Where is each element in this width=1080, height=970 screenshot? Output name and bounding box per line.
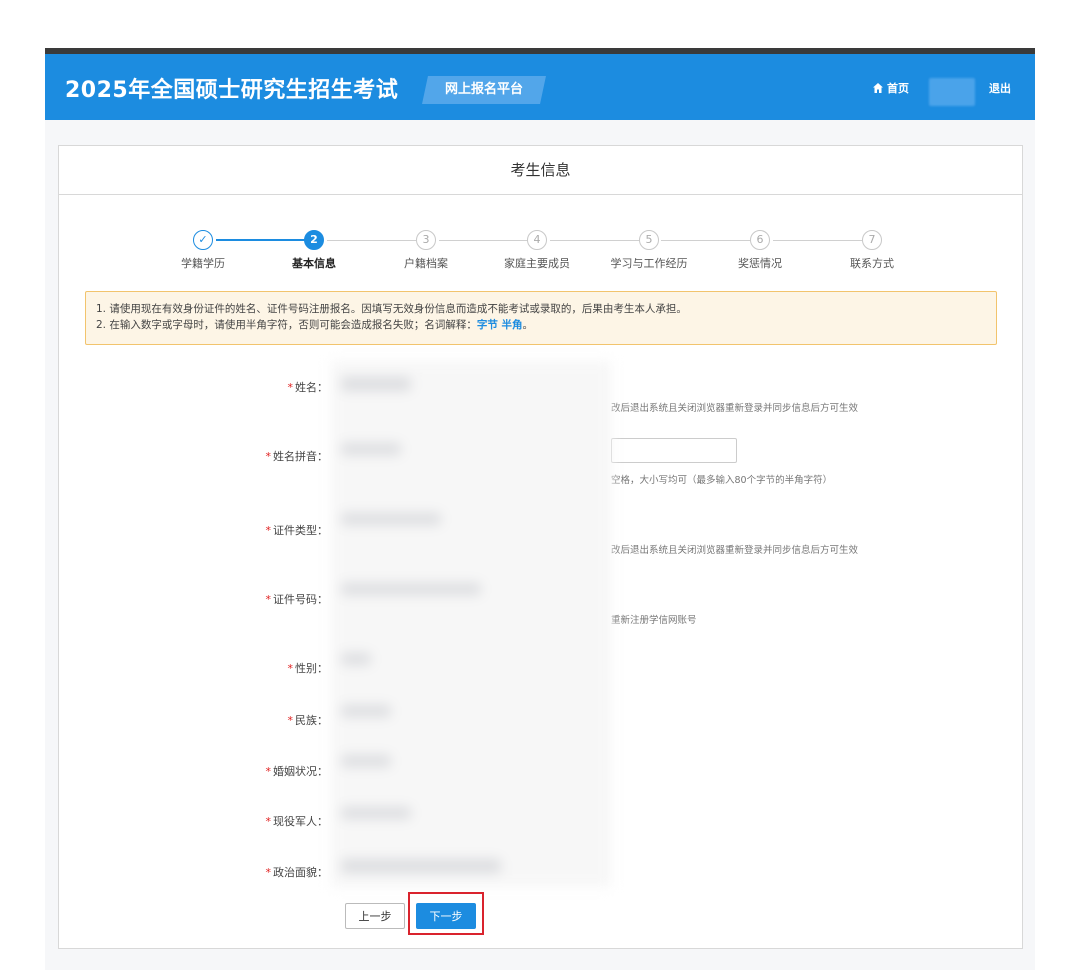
step-contact[interactable]: 7 联系方式	[827, 230, 917, 271]
redacted-field-values	[331, 361, 611, 887]
field-label: * 婚姻状况：	[266, 763, 329, 779]
step-label: 户籍档案	[404, 257, 448, 270]
step-label: 家庭主要成员	[504, 257, 570, 270]
hint-name: 改后退出系统且关闭浏览器重新登录并同步信息后方可生效	[611, 403, 859, 414]
field-label-text: 政治面貌：	[273, 866, 328, 879]
step-number: 3	[416, 230, 436, 250]
notice-box: 1. 请使用现在有效身份证件的姓名、证件号码注册报名。因填写无效身份信息而造成不…	[85, 291, 997, 345]
field-label: * 姓名：	[288, 379, 329, 395]
exam-title: 2025年全国硕士研究生招生考试	[65, 78, 399, 103]
field-label-text: 姓名拼音：	[273, 450, 328, 463]
required-mark: *	[265, 524, 272, 537]
step-education[interactable]: ✓ 学籍学历	[158, 230, 248, 271]
step-label: 学籍学历	[181, 257, 225, 270]
check-icon: ✓	[193, 230, 213, 250]
required-mark: *	[287, 714, 294, 727]
field-label: * 现役军人：	[266, 813, 329, 829]
field-label-text: 证件类型：	[273, 524, 328, 537]
prev-step-button[interactable]: 上一步	[345, 903, 405, 929]
step-family[interactable]: 4 家庭主要成员	[492, 230, 582, 271]
notice-line-2: 2. 在输入数字或字母时，请使用半角字符，否则可能会造成报名失败；名词解释：字节…	[96, 317, 986, 333]
step-experience[interactable]: 5 学习与工作经历	[604, 230, 694, 271]
step-number: 4	[527, 230, 547, 250]
field-label-text: 婚姻状况：	[273, 765, 328, 778]
step-label: 奖惩情况	[738, 257, 782, 270]
logout-link[interactable]: 退出	[989, 80, 1011, 96]
panel-title: 考生信息	[59, 146, 1022, 195]
required-mark: *	[265, 815, 272, 828]
required-mark: *	[265, 593, 272, 606]
required-mark: *	[287, 662, 294, 675]
required-mark: *	[265, 866, 272, 879]
platform-badge: 网上报名平台	[422, 76, 546, 104]
required-mark: *	[265, 765, 272, 778]
app-header: 2025年全国硕士研究生招生考试 网上报名平台 首页 退出	[45, 54, 1035, 120]
home-icon	[873, 83, 883, 93]
next-step-button[interactable]: 下一步	[416, 903, 476, 929]
step-number: 2	[304, 230, 324, 250]
field-label-text: 现役军人：	[273, 815, 328, 828]
required-mark: *	[287, 381, 294, 394]
field-label: * 证件类型：	[266, 522, 329, 538]
field-label: * 性别：	[288, 660, 329, 676]
step-number: 7	[862, 230, 882, 250]
step-basic-info[interactable]: 2 基本信息	[269, 230, 359, 271]
field-label-text: 民族：	[295, 714, 328, 727]
platform-badge-label: 网上报名平台	[444, 82, 523, 97]
glossary-link[interactable]: 字节 半角	[477, 319, 523, 331]
step-label: 基本信息	[292, 257, 336, 270]
field-label: * 民族：	[288, 712, 329, 728]
pinyin-input[interactable]	[611, 438, 737, 463]
home-link[interactable]: 首页	[872, 80, 909, 96]
hint-id-number: 重新注册学信网账号	[611, 615, 697, 626]
field-label: * 政治面貌：	[266, 864, 329, 880]
step-number: 6	[750, 230, 770, 250]
hint-id-type: 改后退出系统且关闭浏览器重新登录并同步信息后方可生效	[611, 545, 859, 556]
home-label: 首页	[887, 82, 909, 95]
step-number: 5	[639, 230, 659, 250]
step-household[interactable]: 3 户籍档案	[381, 230, 471, 271]
field-label-text: 性别：	[295, 662, 328, 675]
field-label-text: 证件号码：	[273, 593, 328, 606]
step-label: 联系方式	[850, 257, 894, 270]
candidate-info-panel: 考生信息 ✓ 学籍学历 2 基本信息 3 户籍档案 4 家庭主要成员 5 学习与…	[58, 145, 1023, 949]
hint-pinyin: 空格，大小写均可（最多输入80个字节的半角字符）	[611, 475, 833, 486]
field-label: * 姓名拼音：	[266, 448, 329, 464]
step-rewards[interactable]: 6 奖惩情况	[715, 230, 805, 271]
notice-line-2-text: 2. 在输入数字或字母时，请使用半角字符，否则可能会造成报名失败；名词解释：	[96, 319, 477, 331]
notice-line-1: 1. 请使用现在有效身份证件的姓名、证件号码注册报名。因填写无效身份信息而造成不…	[96, 303, 687, 315]
user-name-redacted	[929, 78, 975, 106]
step-label: 学习与工作经历	[610, 257, 688, 270]
field-label-text: 姓名：	[295, 381, 328, 394]
field-label: * 证件号码：	[266, 591, 329, 607]
progress-steps: ✓ 学籍学历 2 基本信息 3 户籍档案 4 家庭主要成员 5 学习与工作经历 …	[59, 230, 1022, 270]
notice-line-2-end: 。	[522, 319, 534, 331]
required-mark: *	[265, 450, 272, 463]
